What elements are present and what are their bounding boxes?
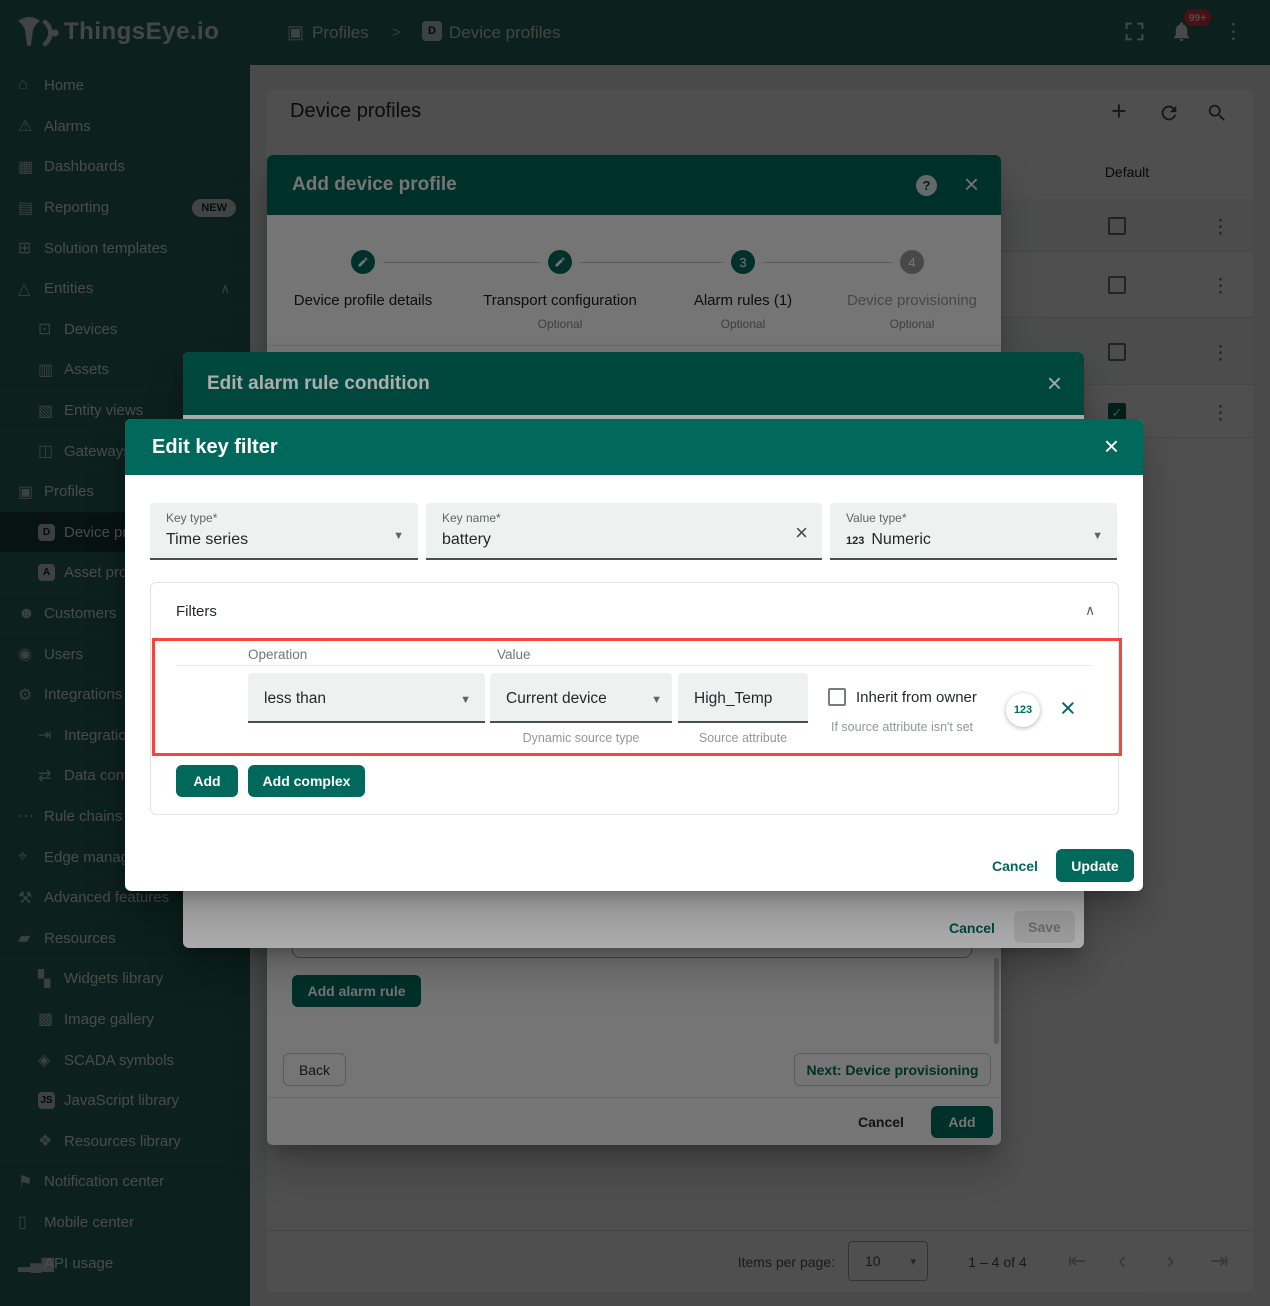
app-root: ThingsEye.io ▣ Profiles > D Device profi… (0, 0, 1270, 1306)
edit-key-filter-modal: Edit key filter × Key type* Time series … (125, 419, 1143, 891)
inherit-from-owner-checkbox[interactable] (828, 688, 846, 706)
filter-add-complex-button[interactable]: Add complex (248, 765, 365, 797)
clear-icon[interactable]: × (795, 520, 808, 546)
key-name-label: Key name* (442, 511, 501, 525)
key-name-input[interactable]: Key name* battery × (426, 503, 822, 560)
filters-title: Filters (176, 603, 217, 620)
dynamic-source-hint: Dynamic source type (490, 731, 672, 745)
filters-collapse-icon[interactable]: ∧ (1085, 602, 1095, 619)
edit-key-filter-title: Edit key filter (152, 436, 278, 459)
source-attribute-value: High_Temp (694, 690, 772, 708)
chevron-down-icon: ▼ (393, 530, 404, 542)
chevron-down-icon: ▼ (651, 694, 662, 706)
filter-add-button[interactable]: Add (176, 765, 238, 797)
value-type-label: Value type* (846, 511, 907, 525)
operation-column-label: Operation (248, 647, 307, 662)
value-type-select[interactable]: Value type* 123 Numeric ▼ (830, 503, 1117, 560)
edit-key-filter-update-button[interactable]: Update (1056, 849, 1134, 882)
key-type-select[interactable]: Key type* Time series ▼ (150, 503, 418, 560)
operation-select[interactable]: less than ▼ (248, 673, 485, 723)
key-type-value: Time series (166, 531, 248, 549)
dynamic-source-type-select[interactable]: Current device ▼ (490, 673, 672, 723)
edit-key-filter-header: Edit key filter × (125, 419, 1143, 475)
source-attribute-input[interactable]: High_Temp (678, 673, 808, 723)
chevron-down-icon: ▼ (1092, 530, 1103, 542)
edit-key-filter-cancel-button[interactable]: Cancel (985, 850, 1045, 882)
value-column-label: Value (497, 647, 531, 662)
source-attribute-hint: Source attribute (678, 731, 808, 745)
value-type-value: Numeric (871, 531, 931, 549)
numeric-type-icon: 123 (846, 535, 864, 547)
operation-value: less than (264, 690, 326, 708)
key-name-value: battery (442, 531, 491, 549)
dynamic-source-value: Current device (506, 690, 607, 708)
inherit-from-owner-label[interactable]: Inherit from owner (856, 689, 977, 706)
close-icon[interactable]: × (1104, 434, 1119, 458)
numeric-value-badge: 123 (1006, 693, 1040, 727)
key-type-label: Key type* (166, 511, 217, 525)
remove-filter-icon[interactable]: × (1060, 693, 1076, 724)
inherit-hint: If source attribute isn't set (831, 720, 973, 734)
chevron-down-icon: ▼ (460, 694, 471, 706)
